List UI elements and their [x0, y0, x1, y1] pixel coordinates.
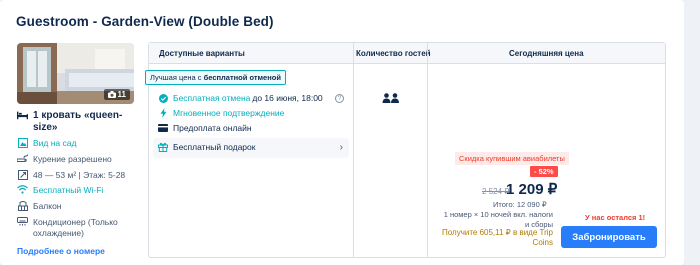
feature-smoking: Курение разрешено: [17, 154, 137, 165]
option-prepay: Предоплата онлайн: [158, 123, 252, 133]
feature-label: 48 — 53 м² | Этаж: 5-28: [33, 169, 126, 180]
rooms-left-tag: У нас остался 1!: [585, 213, 646, 222]
chevron-right-icon: ›: [339, 142, 343, 153]
photo-count: 11: [117, 90, 126, 99]
discount-badge: - 52%: [530, 166, 558, 177]
instant-label: Мгновенное подтверждение: [173, 108, 285, 118]
feature-area: 48 — 53 м² | Этаж: 5-28: [17, 169, 137, 181]
gift-label: Бесплатный подарок: [173, 142, 256, 152]
gift-icon: [158, 142, 168, 152]
trip-coins-info: Получите 605,11 ₽ в виде Trip Coins: [442, 228, 553, 247]
garden-icon: [17, 138, 28, 148]
bed-label: 1 кровать «queen-size»: [33, 110, 123, 133]
rate-table: Доступные варианты Количество гостей Сег…: [145, 42, 666, 258]
option-free-cancel: Бесплатная отмена до 16 июня, 18:00: [158, 93, 323, 103]
wifi-icon: [17, 185, 28, 194]
bed-icon: [17, 110, 28, 120]
total-price: Итого: 12 090 ₽: [493, 200, 547, 209]
smoking-icon: [17, 154, 28, 163]
room-features: 1 кровать «queen-size» Вид на сад Курени…: [17, 110, 137, 244]
column-divider: [353, 43, 354, 257]
column-divider: [427, 43, 428, 257]
best-badge-bold: бесплатной отменой: [203, 73, 281, 82]
option-gift: Бесплатный подарок: [158, 142, 255, 152]
card-icon: [158, 124, 168, 132]
guests-count: [382, 93, 400, 106]
feature-label: Бесплатный Wi-Fi: [33, 185, 104, 196]
room-card: Guestroom - Garden-View (Double Bed) 11 …: [0, 0, 684, 265]
feature-balcony: Балкон: [17, 201, 137, 212]
room-title: Guestroom - Garden-View (Double Bed): [16, 14, 274, 29]
info-icon[interactable]: ?: [335, 94, 344, 103]
header-guests: Количество гостей: [356, 49, 431, 58]
feature-label: Вид на сад: [33, 138, 77, 148]
header-price: Сегодняшняя цена: [509, 49, 584, 58]
free-gift-row[interactable]: Бесплатный подарок ›: [153, 138, 349, 158]
current-price: 1 209 ₽: [506, 181, 558, 198]
nights-info: 1 номер × 10 ночей вкл. налоги и сборы: [443, 210, 553, 229]
feature-label: Курение разрешено: [33, 153, 112, 164]
prepay-label: Предоплата онлайн: [173, 123, 252, 133]
free-cancel-date: до 16 июня, 18:00: [252, 93, 323, 103]
photo-count-badge: 11: [103, 89, 130, 100]
ac-icon: [17, 216, 28, 226]
flight-discount-tag: Скидка купившим авиабилеты: [455, 152, 569, 165]
header-options: Доступные варианты: [159, 49, 245, 58]
bed-info: 1 кровать «queen-size»: [17, 110, 137, 134]
option-instant: Мгновенное подтверждение: [158, 108, 284, 118]
camera-icon: [107, 91, 116, 98]
room-details-link[interactable]: Подробнее о номере: [17, 246, 105, 256]
free-cancel-label: Бесплатная отмена: [173, 93, 251, 103]
balcony-icon: [17, 201, 28, 212]
best-badge-prefix: Лучшая цена с: [150, 73, 202, 82]
area-icon: [17, 169, 28, 180]
check-circle-icon: [158, 93, 168, 103]
feature-garden-view: Вид на сад: [17, 138, 137, 149]
book-button[interactable]: Забронировать: [561, 226, 657, 248]
rate-table-header: Доступные варианты Количество гостей Сег…: [149, 43, 665, 64]
feature-wifi: Бесплатный Wi-Fi: [17, 185, 137, 196]
feature-label: Кондиционер (Только охлаждение): [33, 216, 118, 238]
two-guests-icon: [382, 93, 399, 103]
room-photo[interactable]: 11: [17, 43, 134, 104]
feature-ac: Кондиционер (Только охлаждение): [17, 216, 137, 239]
feature-label: Балкон: [33, 201, 62, 212]
lightning-icon: [158, 108, 168, 118]
best-price-badge: Лучшая цена с бесплатной отменой: [145, 70, 286, 85]
